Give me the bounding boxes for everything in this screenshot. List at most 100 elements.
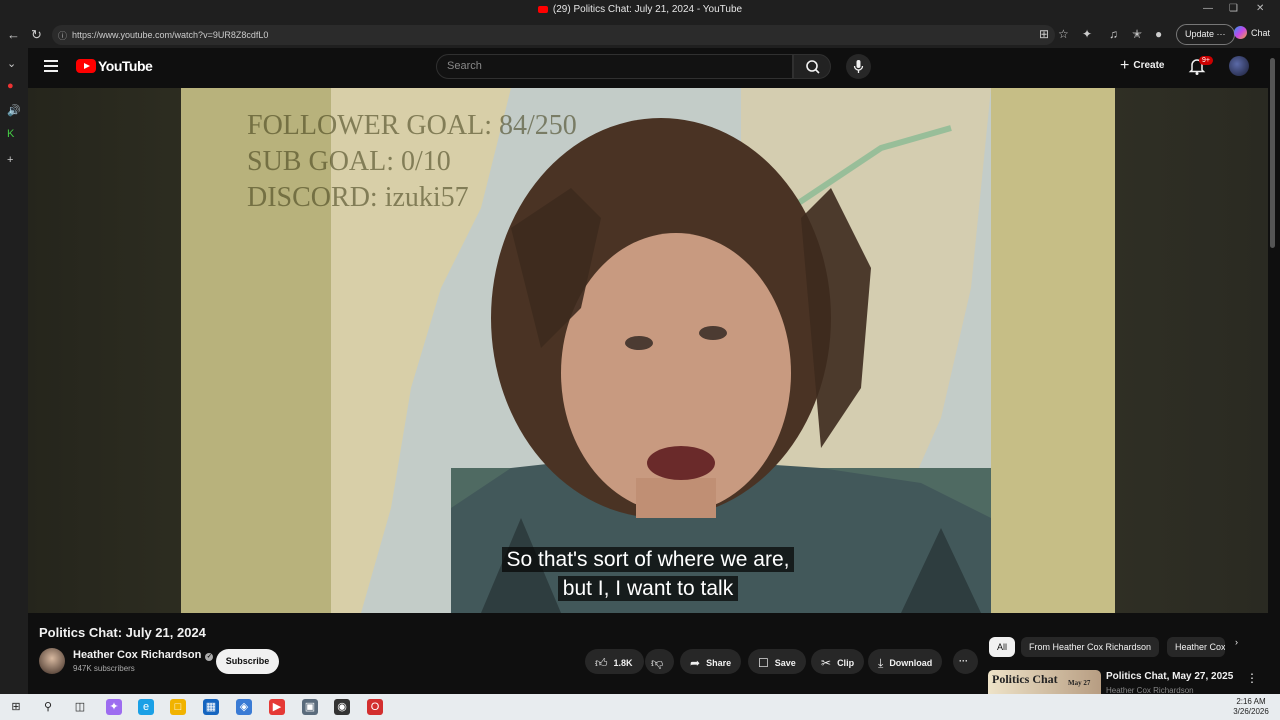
video-title: Politics Chat: July 21, 2024 bbox=[39, 625, 206, 640]
system-clock[interactable]: 2:16 AM 3/26/2026 bbox=[1226, 697, 1276, 717]
add-tab-icon[interactable]: + bbox=[7, 154, 13, 166]
like-button[interactable]: 👍︎ 1.8K bbox=[585, 649, 644, 674]
voice-search-button[interactable] bbox=[846, 54, 871, 79]
dislike-button[interactable]: 👎︎ bbox=[645, 649, 674, 674]
video-player[interactable]: FOLLOWER GOAL: 84/250 SUB GOAL: 0/10 DIS… bbox=[28, 88, 1268, 613]
youtube-logo[interactable]: YouTube bbox=[76, 58, 153, 74]
channel-name-link[interactable]: Heather Cox Richardson ✓ bbox=[73, 649, 214, 661]
verified-icon: ✓ bbox=[205, 653, 214, 661]
youtube-play-icon bbox=[76, 59, 96, 73]
copilot-app-icon[interactable]: ✦ bbox=[106, 699, 122, 715]
browser-toolbar: ← ↻ ⓘ https://www.youtube.com/watch?v=9U… bbox=[0, 22, 1280, 48]
download-button[interactable]: ⤓ Download bbox=[868, 649, 943, 674]
create-label: Create bbox=[1133, 60, 1165, 71]
window-title: (29) Politics Chat: July 21, 2024 - YouT… bbox=[552, 4, 743, 15]
create-button[interactable]: + Create bbox=[1120, 57, 1164, 75]
chat-label: Chat bbox=[1251, 28, 1271, 38]
video-frame[interactable]: FOLLOWER GOAL: 84/250 SUB GOAL: 0/10 DIS… bbox=[181, 88, 1115, 613]
update-button[interactable]: Update ··· bbox=[1176, 24, 1235, 45]
microphone-icon bbox=[853, 60, 864, 73]
bookmark-icon: ☐ bbox=[758, 656, 769, 670]
app-available-icon[interactable]: ⊞ bbox=[1039, 27, 1049, 41]
channel-name: Heather Cox Richardson bbox=[73, 649, 202, 661]
menu-icon[interactable] bbox=[44, 60, 58, 72]
search-button[interactable] bbox=[793, 54, 831, 79]
favorite-star-icon[interactable]: ☆ bbox=[1058, 27, 1069, 41]
address-bar[interactable]: ⓘ https://www.youtube.com/watch?v=9UR8Z8… bbox=[52, 25, 1055, 45]
tab-audio-icon[interactable]: ♫ bbox=[1109, 27, 1118, 41]
favorites-icon[interactable]: ✭ bbox=[1132, 27, 1142, 41]
share-button[interactable]: ➦ Share bbox=[680, 649, 742, 674]
search-icon bbox=[806, 60, 820, 74]
url-text: https://www.youtube.com/watch?v=9UR8Z8cd… bbox=[72, 30, 269, 40]
subscriber-count: 947K subscribers bbox=[73, 664, 135, 673]
account-avatar[interactable] bbox=[1229, 56, 1249, 76]
sub-goal-text: SUB GOAL: 0/10 bbox=[247, 146, 451, 177]
save-button[interactable]: ☐ Save bbox=[748, 649, 806, 674]
file-explorer-icon[interactable]: □ bbox=[170, 699, 186, 715]
minimize-icon[interactable]: — bbox=[1203, 3, 1213, 14]
thumbs-up-icon: 👍︎ bbox=[595, 656, 608, 670]
app-icon[interactable]: ▣ bbox=[302, 699, 318, 715]
windows-start-icon[interactable]: ⊞ bbox=[8, 699, 24, 715]
search-input[interactable]: Search bbox=[436, 54, 793, 79]
youtube-page: YouTube Search + Create 9+ FOLLOWER GOAL… bbox=[28, 48, 1280, 695]
browser-app-icon[interactable]: ◈ bbox=[236, 699, 252, 715]
recommendation-title[interactable]: Politics Chat, May 27, 2025 bbox=[1106, 671, 1233, 682]
caption-line-2: but I, I want to talk bbox=[28, 576, 1268, 601]
share-label: Share bbox=[706, 658, 732, 668]
caption-line-1: So that's sort of where we are, bbox=[28, 547, 1268, 572]
chip-related[interactable]: Heather Cox Richardson bbox=[1167, 637, 1225, 657]
notification-badge: 9+ bbox=[1199, 56, 1213, 65]
scissors-icon: ✂ bbox=[821, 656, 832, 670]
update-label: Update bbox=[1185, 29, 1215, 39]
channel-avatar[interactable] bbox=[39, 648, 65, 674]
extensions-icon[interactable]: ✦ bbox=[1082, 27, 1092, 41]
chips-next-icon[interactable]: › bbox=[1235, 637, 1238, 657]
obs-icon[interactable]: ◉ bbox=[334, 699, 350, 715]
site-info-icon[interactable]: ⓘ bbox=[58, 29, 67, 42]
clip-button[interactable]: ✂ Clip bbox=[811, 649, 865, 674]
clock-date: 3/26/2026 bbox=[1233, 707, 1269, 716]
search-icon[interactable]: ⚲ bbox=[40, 699, 56, 715]
recommendation-menu-icon[interactable]: ⋮ bbox=[1246, 671, 1258, 685]
stream-overlay-text: FOLLOWER GOAL: 84/250 SUB GOAL: 0/10 DIS… bbox=[247, 108, 577, 216]
download-label: Download bbox=[889, 658, 933, 668]
youtube-app-icon[interactable]: ▶ bbox=[269, 699, 285, 715]
masthead: YouTube Search + Create 9+ bbox=[28, 48, 1280, 86]
task-view-icon[interactable]: ◫ bbox=[72, 699, 88, 715]
share-icon: ➦ bbox=[690, 656, 701, 670]
chip-from-channel[interactable]: From Heather Cox Richardson bbox=[1021, 637, 1160, 657]
recommendation-thumbnail[interactable]: Politics Chat May 27 bbox=[988, 670, 1101, 694]
restore-icon[interactable]: ❑ bbox=[1229, 3, 1238, 14]
youtube-tab-icon[interactable]: ● bbox=[7, 80, 14, 92]
plus-icon: + bbox=[1120, 57, 1130, 74]
page-scrollbar[interactable] bbox=[1270, 58, 1275, 248]
back-icon[interactable]: ← bbox=[7, 27, 20, 42]
collapse-chevron-icon[interactable]: ⌄ bbox=[7, 57, 16, 70]
thumbs-down-icon: 👎︎ bbox=[651, 656, 664, 670]
logo-text: YouTube bbox=[98, 58, 153, 74]
thumbnail-date: May 27 bbox=[1068, 679, 1091, 687]
copilot-chat-button[interactable]: Chat bbox=[1234, 26, 1270, 39]
save-label: Save bbox=[774, 658, 796, 668]
like-count: 1.8K bbox=[613, 658, 633, 668]
more-actions-button[interactable]: ··· bbox=[953, 649, 978, 674]
opera-icon[interactable]: O bbox=[367, 699, 383, 715]
clip-label: Clip bbox=[837, 658, 855, 668]
store-icon[interactable]: ▦ bbox=[203, 699, 219, 715]
audio-playing-icon[interactable]: 🔊 bbox=[7, 104, 21, 117]
reload-icon[interactable]: ↻ bbox=[31, 27, 42, 43]
edge-icon[interactable]: e bbox=[138, 699, 154, 715]
close-icon[interactable]: ✕ bbox=[1256, 3, 1264, 14]
download-icon: ⤓ bbox=[878, 656, 884, 670]
chip-all[interactable]: All bbox=[989, 637, 1016, 657]
youtube-favicon-icon bbox=[537, 6, 548, 13]
profile-icon[interactable]: ● bbox=[1155, 27, 1162, 41]
follower-goal-text: FOLLOWER GOAL: 84/250 bbox=[247, 110, 577, 141]
search-placeholder: Search bbox=[447, 60, 482, 72]
clock-time: 2:16 AM bbox=[1236, 697, 1266, 706]
kick-tab-icon[interactable]: K bbox=[7, 128, 14, 140]
subscribe-button[interactable]: Subscribe bbox=[216, 649, 279, 674]
more-horizontal-icon: ··· bbox=[959, 656, 968, 666]
